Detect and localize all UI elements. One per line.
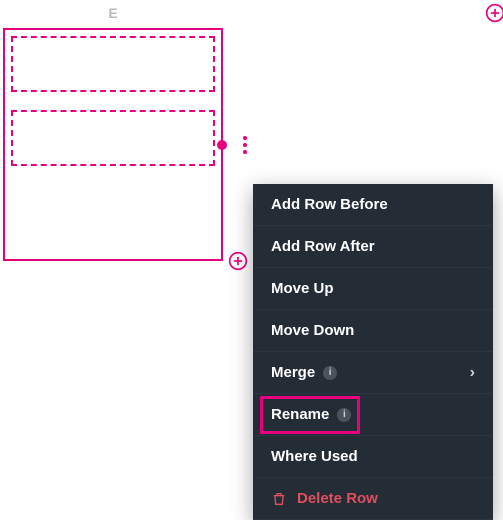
menu-rename[interactable]: Rename i bbox=[253, 394, 493, 436]
menu-label: Delete Row bbox=[297, 490, 378, 507]
menu-merge[interactable]: Merge i › bbox=[253, 352, 493, 394]
add-row-bottom-icon[interactable] bbox=[228, 251, 248, 271]
edge-handle[interactable] bbox=[217, 140, 227, 150]
menu-delete-row[interactable]: Delete Row bbox=[253, 478, 493, 520]
menu-add-row-before[interactable]: Add Row Before bbox=[253, 184, 493, 226]
trash-icon bbox=[271, 491, 287, 507]
row-options-icon[interactable] bbox=[243, 136, 247, 154]
chevron-right-icon: › bbox=[470, 364, 475, 382]
menu-where-used[interactable]: Where Used bbox=[253, 436, 493, 478]
menu-label: Add Row After bbox=[271, 238, 375, 255]
context-menu: Add Row Before Add Row After Move Up Mov… bbox=[253, 184, 493, 520]
menu-move-down[interactable]: Move Down bbox=[253, 310, 493, 352]
menu-label: Rename bbox=[271, 406, 329, 423]
menu-label: Add Row Before bbox=[271, 196, 388, 213]
menu-add-row-after[interactable]: Add Row After bbox=[253, 226, 493, 268]
menu-label: Merge bbox=[271, 364, 315, 381]
info-icon: i bbox=[337, 408, 351, 422]
grid-row-slot[interactable] bbox=[11, 36, 215, 92]
grid-row-slot[interactable] bbox=[11, 110, 215, 166]
menu-move-up[interactable]: Move Up bbox=[253, 268, 493, 310]
info-icon: i bbox=[323, 366, 337, 380]
menu-label: Move Up bbox=[271, 280, 334, 297]
menu-label: Where Used bbox=[271, 448, 358, 465]
menu-label: Move Down bbox=[271, 322, 354, 339]
column-header[interactable]: E bbox=[3, 5, 223, 27]
grid-selection[interactable] bbox=[3, 28, 223, 261]
add-row-top-icon[interactable] bbox=[485, 3, 503, 23]
